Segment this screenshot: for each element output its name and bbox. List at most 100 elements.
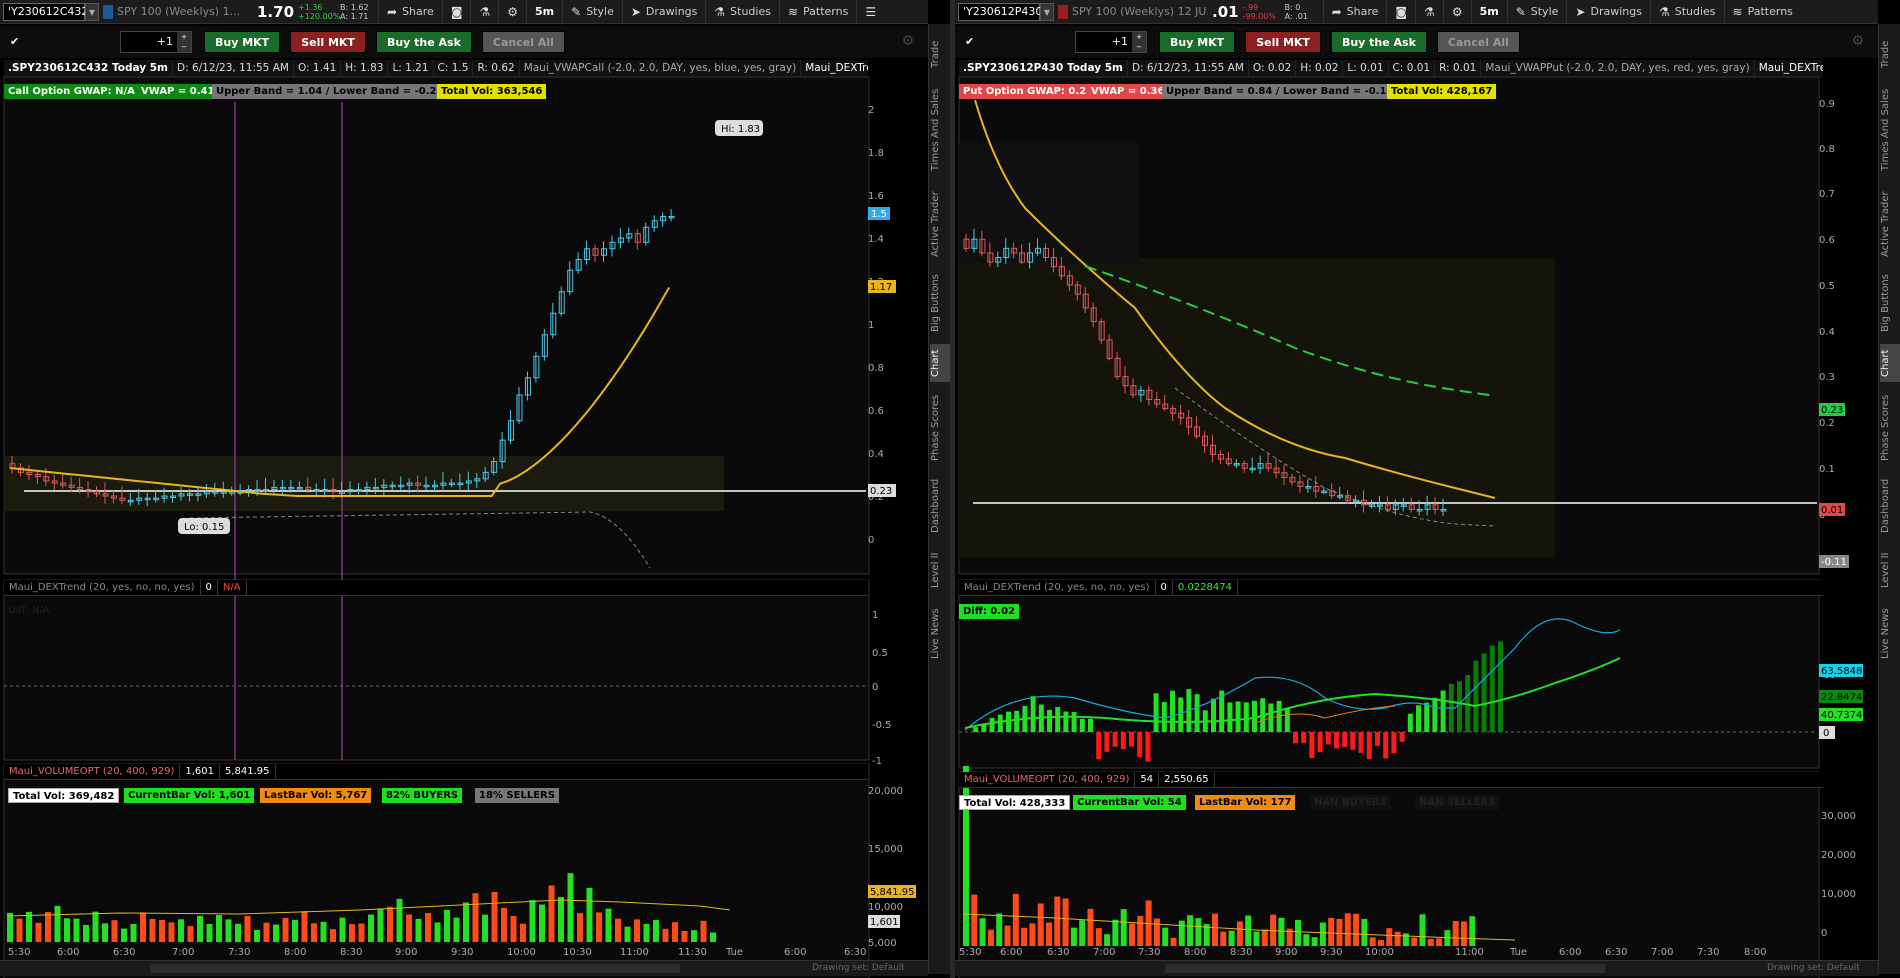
drawings-button[interactable]: ➤ Drawings [1566,0,1650,24]
patterns-button[interactable]: ≋ Patterns [1723,0,1801,24]
flask-button[interactable]: ⚗ [470,0,498,24]
share-button[interactable]: ➦ Share [1322,0,1387,24]
right-scroll-bar[interactable]: Drawing set: Default [955,960,1878,976]
side-tab-times-and-sales[interactable]: Times And Sales [1880,82,1900,178]
time-axis-label: 8:00 [284,947,306,958]
share-button[interactable]: ➦ Share [378,0,442,24]
settings-button[interactable]: ⚙ [1442,0,1471,24]
volume-bar [1153,918,1160,946]
scroll-thumb[interactable] [1165,964,1605,973]
side-tab-big-buttons[interactable]: Big Buttons [930,270,950,336]
buy-the-ask-button[interactable]: Buy the Ask [375,31,472,53]
dex-histogram-bar [1293,732,1298,744]
left-scroll-bar[interactable]: Drawing set: Default [0,960,928,976]
side-tab-big-buttons[interactable]: Big Buttons [1880,270,1900,336]
settings-button[interactable]: ⚙ [498,0,526,24]
dex-histogram-bar [1489,645,1495,732]
chevron-down-icon[interactable]: ▼ [1040,2,1054,21]
buy-the-ask-button[interactable]: Buy the Ask [1330,31,1427,53]
menu-button[interactable]: ☰ [856,0,884,24]
dex-histogram-bar [1227,702,1233,732]
dex-histogram-bar [1096,732,1102,760]
left-qty-stepper[interactable]: +1 + − [120,31,192,53]
volume-current-tag-text: 1,601 [870,917,899,928]
studies-button[interactable]: ⚗ Studies [1649,0,1724,24]
side-tab-live-news[interactable]: Live News [1880,604,1900,664]
check-icon[interactable]: ✔ [965,36,977,48]
patterns-button[interactable]: ≋ Patterns [778,0,856,24]
side-tab-level-ii[interactable]: Level II [930,544,950,596]
style-button[interactable]: ✎ Style [1506,0,1567,24]
side-tab-trade[interactable]: Trade [1880,34,1900,74]
dex-histogram-bar [1194,694,1200,732]
volume-bar [35,922,42,942]
buy-mkt-button[interactable]: Buy MKT [204,31,281,53]
gear-icon[interactable]: ⚙ [1851,33,1864,49]
cancel-all-button[interactable]: Cancel All [1436,31,1520,53]
side-tab-level-ii[interactable]: Level II [1880,544,1900,596]
right-price-chart[interactable]: 0.9 0.8 0.7 0.6 0.5 0.4 0.3 0.2 0.1 0 0.23 0.01 -0.1… [955,58,1900,978]
snapshot-button[interactable]: ◙ [1386,0,1415,24]
volume-avg-tag-text: 5,841.95 [870,887,915,898]
volume-bar [1361,918,1368,946]
flask-button[interactable]: ⚗ [1415,0,1443,24]
hi-callout-text: Hi: 1.83 [721,124,760,135]
left-last-bar-label: LastBar Vol: 5,767 [260,788,372,803]
side-tab-dashboard[interactable]: Dashboard [1880,474,1900,538]
style-button[interactable]: ✎ Style [562,0,622,24]
price-axis-label: 0.2 [1819,418,1835,429]
side-tab-trade[interactable]: Trade [930,34,950,74]
time-axis-label: Tue [725,947,743,958]
right-dex-header: Maui_DEXTrend (20, yes, no, no, yes) 0 0.0… [959,580,1823,596]
side-tab-chart[interactable]: Chart [1880,344,1900,382]
volume-bar [102,923,108,942]
left-gwap-label: Call Option GWAP: N/A [4,84,139,99]
time-axis-label: 6:00 [1559,947,1581,958]
cancel-all-button[interactable]: Cancel All [481,31,565,53]
side-tab-times-and-sales[interactable]: Times And Sales [930,82,950,178]
left-price-chart[interactable]: 21.81.61.41.210.80.60.40.20Hi: 1.83Lo: 0… [0,58,950,978]
timeframe-button[interactable]: 5m [526,0,562,24]
side-tab-active-trader[interactable]: Active Trader [1880,184,1900,264]
price-axis-label: 0 [868,535,874,546]
dex-axis-label: 1 [872,610,878,621]
timeframe-button[interactable]: 5m [1470,0,1507,24]
right-symbol-input[interactable]: 'Y230612P430 [958,2,1042,21]
side-tab-dashboard[interactable]: Dashboard [930,474,950,538]
side-tab-live-news[interactable]: Live News [930,604,950,664]
sell-mkt-button[interactable]: Sell MKT [290,31,366,53]
volume-bar [434,922,441,942]
volume-bar [216,914,222,942]
volume-bar [1054,896,1061,946]
dex-histogram-bar [1112,732,1118,747]
snapshot-button[interactable]: ◙ [441,0,471,24]
left-net-change: +1.36 +120.00% [298,2,341,21]
chevron-down-icon[interactable]: ▼ [85,2,99,21]
dex-histogram-bar [1334,732,1339,749]
check-icon[interactable]: ✔ [10,36,22,48]
link-icon[interactable] [1058,4,1068,19]
gear-icon[interactable]: ⚙ [901,33,914,49]
studies-button[interactable]: ⚗ Studies [705,0,779,24]
link-icon[interactable] [103,4,113,19]
volume-bar [643,924,650,942]
sell-mkt-button[interactable]: Sell MKT [1245,31,1321,53]
drawings-button[interactable]: ➤ Drawings [621,0,706,24]
left-symbol-input[interactable]: 'Y230612C432 [3,2,88,21]
cursor-icon: ➤ [630,4,641,19]
side-tab-active-trader[interactable]: Active Trader [930,184,950,264]
volume-bar [149,918,156,942]
volume-bar [710,932,716,942]
time-axis-label: 10:00 [1365,947,1394,958]
buy-mkt-button[interactable]: Buy MKT [1159,31,1236,53]
side-tab-phase-scores[interactable]: Phase Scores [930,389,950,467]
right-qty-stepper[interactable]: +1 + − [1075,31,1147,53]
volume-bar [140,912,146,942]
dex-tag-3-text: 22.8474 [1821,692,1862,703]
scroll-thumb[interactable] [150,964,680,973]
left-current-bar-label: CurrentBar Vol: 1,601 [124,788,255,803]
left-total-vol-label: Total Vol: 363,546 [437,84,547,99]
side-tab-chart[interactable]: Chart [930,344,950,382]
time-axis-label: 9:00 [395,947,417,958]
side-tab-phase-scores[interactable]: Phase Scores [1880,389,1900,467]
